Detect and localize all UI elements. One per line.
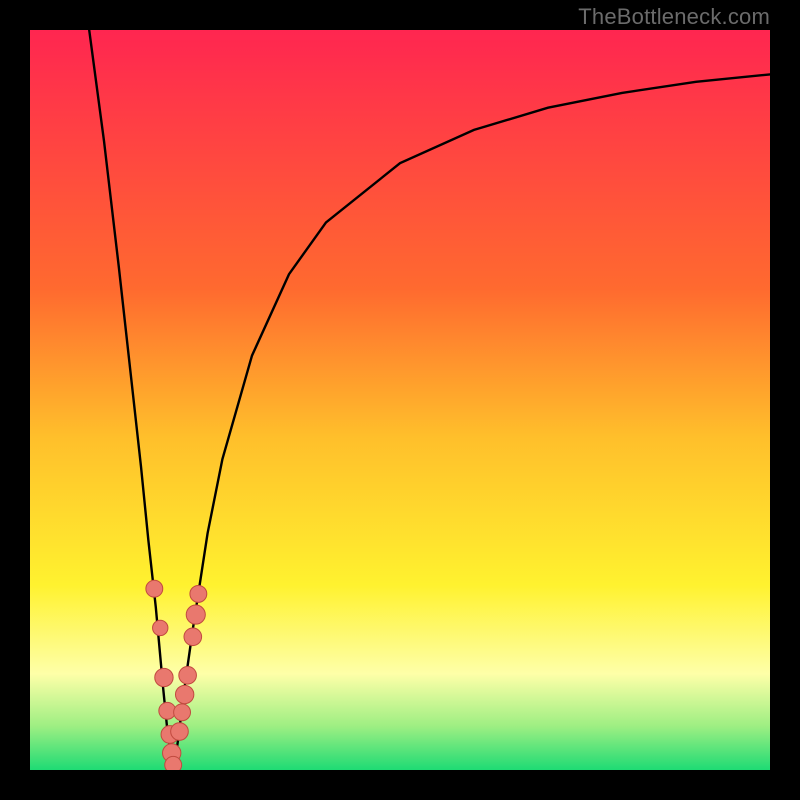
chart-frame: TheBottleneck.com xyxy=(0,0,800,800)
data-marker xyxy=(159,702,176,719)
data-marker xyxy=(171,723,189,741)
data-marker xyxy=(153,620,168,635)
watermark-text: TheBottleneck.com xyxy=(578,4,770,30)
data-marker xyxy=(155,668,173,686)
plot-area xyxy=(30,30,770,770)
gradient-background xyxy=(30,30,770,770)
data-marker xyxy=(179,666,197,684)
data-marker xyxy=(190,585,207,602)
chart-svg xyxy=(30,30,770,770)
data-marker xyxy=(184,628,202,646)
data-marker xyxy=(165,756,182,770)
data-marker xyxy=(186,605,205,624)
data-marker xyxy=(174,704,191,721)
data-marker xyxy=(146,580,163,597)
data-marker xyxy=(175,685,193,703)
